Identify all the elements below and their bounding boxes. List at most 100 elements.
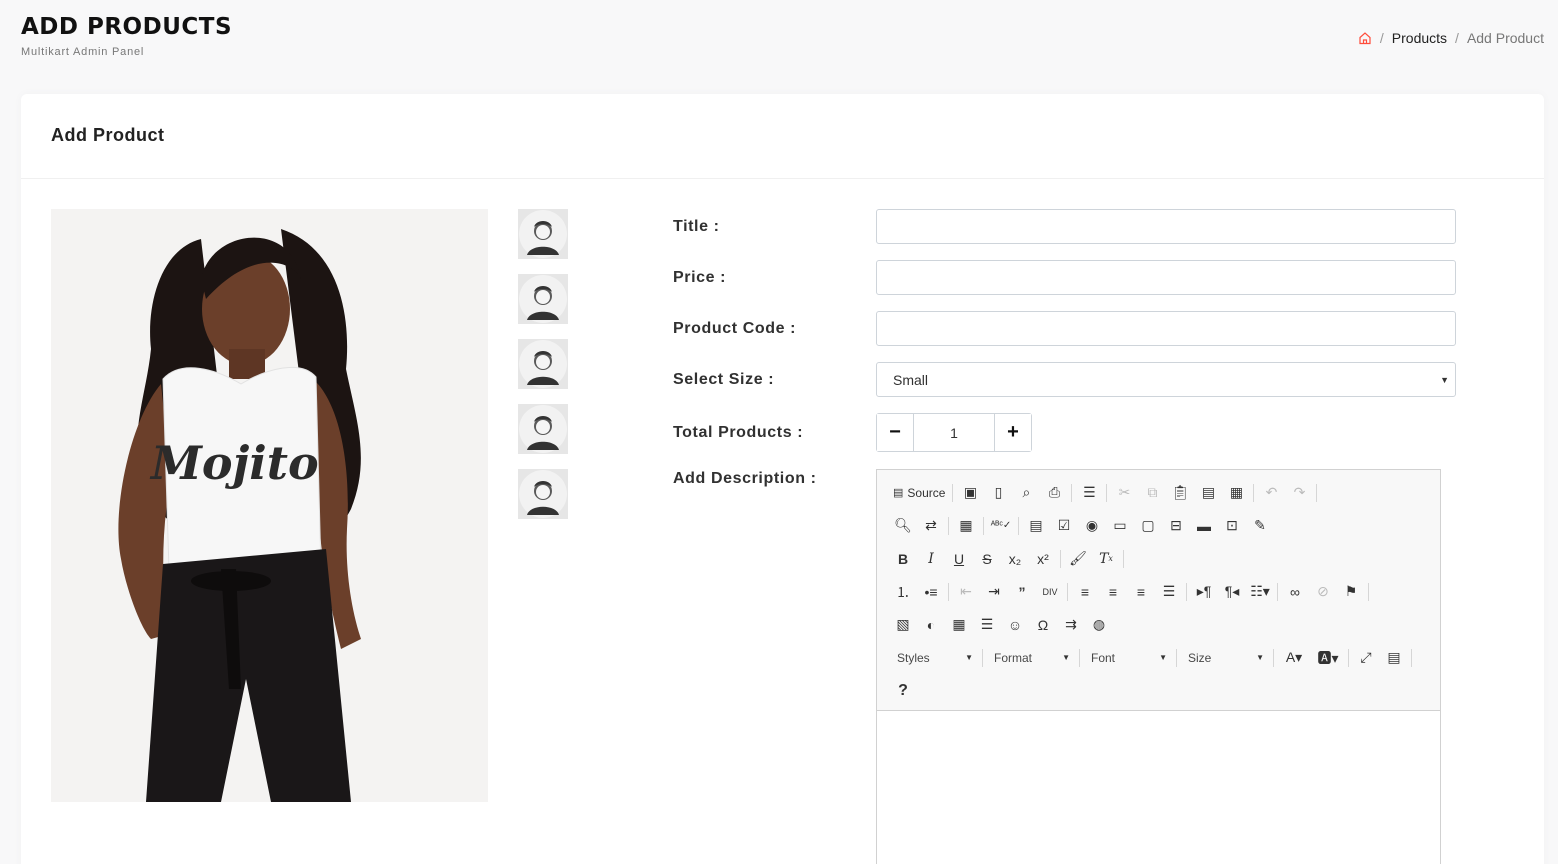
iframe-icon[interactable]: ◍: [1085, 614, 1113, 636]
unlink-icon[interactable]: ⊘: [1309, 581, 1337, 603]
price-row: Price :: [673, 260, 1456, 295]
show-blocks-icon[interactable]: ▤: [1380, 647, 1408, 669]
thumbnail-placeholder[interactable]: [518, 469, 568, 519]
preview-icon[interactable]: ⌕: [1012, 482, 1040, 504]
form-icon[interactable]: ▤: [1022, 515, 1050, 537]
size-dropdown-label: Size: [1188, 650, 1212, 665]
copy-icon[interactable]: ⧉: [1138, 482, 1166, 504]
cut-icon[interactable]: ✂: [1110, 482, 1138, 504]
toolbar-separator: [1186, 582, 1187, 601]
thumbnail-placeholder[interactable]: [518, 339, 568, 389]
spellcheck-icon[interactable]: ᴬᴮᶜ✓: [987, 515, 1015, 537]
text-color-icon[interactable]: A▾: [1277, 647, 1311, 669]
select-all-icon[interactable]: ▦: [952, 515, 980, 537]
page-break-icon[interactable]: ⇉: [1057, 614, 1085, 636]
product-code-input[interactable]: [876, 311, 1456, 346]
language-icon[interactable]: ☷▾: [1246, 581, 1274, 603]
flash-icon[interactable]: ◐: [917, 614, 945, 636]
italic-icon[interactable]: I: [917, 548, 945, 570]
description-label: Add Description :: [673, 470, 817, 487]
align-right-icon[interactable]: ≡: [1127, 581, 1155, 603]
redo-icon[interactable]: ↷: [1285, 482, 1313, 504]
home-icon[interactable]: [1358, 31, 1372, 45]
thumbnail-placeholder[interactable]: [518, 274, 568, 324]
justify-icon[interactable]: ☰: [1155, 581, 1183, 603]
toolbar-separator: [1411, 648, 1412, 667]
outdent-icon[interactable]: ⇤: [952, 581, 980, 603]
editor-toolbar: ▤ Source ▣ ▯ ⌕ ⎙ ☰ ✂ ⧉ 📋︎ ▤ ▦ ↶ ↷ 🔍︎ ⇄ ▦…: [877, 470, 1440, 711]
size-label: Select Size :: [673, 370, 775, 388]
hidden-field-icon[interactable]: ✎: [1246, 515, 1274, 537]
new-page-icon[interactable]: ▯: [984, 482, 1012, 504]
undo-icon[interactable]: ↶: [1257, 482, 1285, 504]
special-char-icon[interactable]: Ω: [1029, 614, 1057, 636]
horizontal-line-icon[interactable]: ☰: [973, 614, 1001, 636]
rtl-icon[interactable]: ¶◂: [1218, 581, 1246, 603]
text-field-icon[interactable]: ▭: [1106, 515, 1134, 537]
paste-text-icon[interactable]: ▤: [1194, 482, 1222, 504]
smiley-icon[interactable]: ☺: [1001, 614, 1029, 636]
toolbar-separator: [1018, 516, 1019, 535]
align-center-icon[interactable]: ≡: [1099, 581, 1127, 603]
paste-icon[interactable]: 📋︎: [1166, 482, 1194, 504]
toolbar-separator: [1071, 483, 1073, 502]
replace-icon[interactable]: ⇄: [917, 515, 945, 537]
editor-content-area[interactable]: [877, 711, 1440, 864]
breadcrumb-separator: /: [1379, 30, 1384, 46]
thumbnail-placeholder[interactable]: [518, 209, 568, 259]
button-field-icon[interactable]: ▬: [1190, 515, 1218, 537]
numbered-list-icon[interactable]: ⒈: [889, 581, 917, 603]
toolbar-separator: [1067, 582, 1068, 601]
checkbox-icon[interactable]: ☑: [1050, 515, 1078, 537]
textarea-icon[interactable]: ▢: [1134, 515, 1162, 537]
remove-format-icon[interactable]: Tx: [1092, 548, 1120, 570]
toolbar-separator: [1176, 648, 1177, 667]
breadcrumb-products-link[interactable]: Products: [1392, 30, 1447, 46]
bulleted-list-icon[interactable]: •≡: [917, 581, 945, 603]
total-products-label: Total Products :: [673, 423, 804, 441]
styles-dropdown[interactable]: Styles ▼: [889, 647, 979, 669]
card-title: Add Product: [51, 125, 165, 145]
select-field-icon[interactable]: ⊟: [1162, 515, 1190, 537]
underline-icon[interactable]: U: [945, 548, 973, 570]
align-left-icon[interactable]: ≡: [1071, 581, 1099, 603]
strikethrough-icon[interactable]: S: [973, 548, 1001, 570]
increment-button[interactable]: +: [995, 414, 1031, 451]
product-main-image[interactable]: Mojito: [51, 209, 488, 802]
font-dropdown-label: Font: [1091, 650, 1116, 665]
price-input[interactable]: [876, 260, 1456, 295]
ltr-icon[interactable]: ▸¶: [1190, 581, 1218, 603]
link-icon[interactable]: ∞: [1281, 581, 1309, 603]
paste-word-icon[interactable]: ▦: [1222, 482, 1250, 504]
help-icon[interactable]: ?: [889, 680, 917, 702]
radio-icon[interactable]: ◉: [1078, 515, 1106, 537]
toolbar-separator: [948, 582, 949, 601]
thumbnail-placeholder[interactable]: [518, 404, 568, 454]
copy-format-icon[interactable]: 🖌︎: [1064, 548, 1092, 570]
maximize-icon[interactable]: ⤢: [1352, 647, 1380, 669]
print-icon[interactable]: ⎙: [1040, 482, 1068, 504]
indent-icon[interactable]: ⇥: [980, 581, 1008, 603]
decrement-button[interactable]: −: [877, 414, 913, 451]
blockquote-icon[interactable]: ”: [1008, 581, 1036, 603]
source-button[interactable]: ▤ Source: [889, 482, 949, 504]
superscript-icon[interactable]: x²: [1029, 548, 1057, 570]
find-icon[interactable]: 🔍︎: [889, 515, 917, 537]
font-dropdown[interactable]: Font ▼: [1083, 647, 1173, 669]
table-icon[interactable]: ▦: [945, 614, 973, 636]
save-icon[interactable]: ▣: [956, 482, 984, 504]
title-input[interactable]: [876, 209, 1456, 244]
div-container-icon[interactable]: DIV: [1036, 581, 1064, 603]
templates-icon[interactable]: ☰: [1075, 482, 1103, 504]
bold-icon[interactable]: B: [889, 548, 917, 570]
size-dropdown[interactable]: Size ▼: [1180, 647, 1270, 669]
size-select[interactable]: Small ▼: [876, 362, 1456, 397]
bg-color-icon[interactable]: 🅰︎▾: [1311, 647, 1345, 669]
toolbar-separator: [1316, 483, 1318, 502]
image-button-icon[interactable]: ⊡: [1218, 515, 1246, 537]
quantity-value[interactable]: 1: [913, 414, 995, 451]
subscript-icon[interactable]: x₂: [1001, 548, 1029, 570]
format-dropdown[interactable]: Format ▼: [986, 647, 1076, 669]
anchor-flag-icon[interactable]: ⚑: [1337, 581, 1365, 603]
image-icon[interactable]: ▧: [889, 614, 917, 636]
